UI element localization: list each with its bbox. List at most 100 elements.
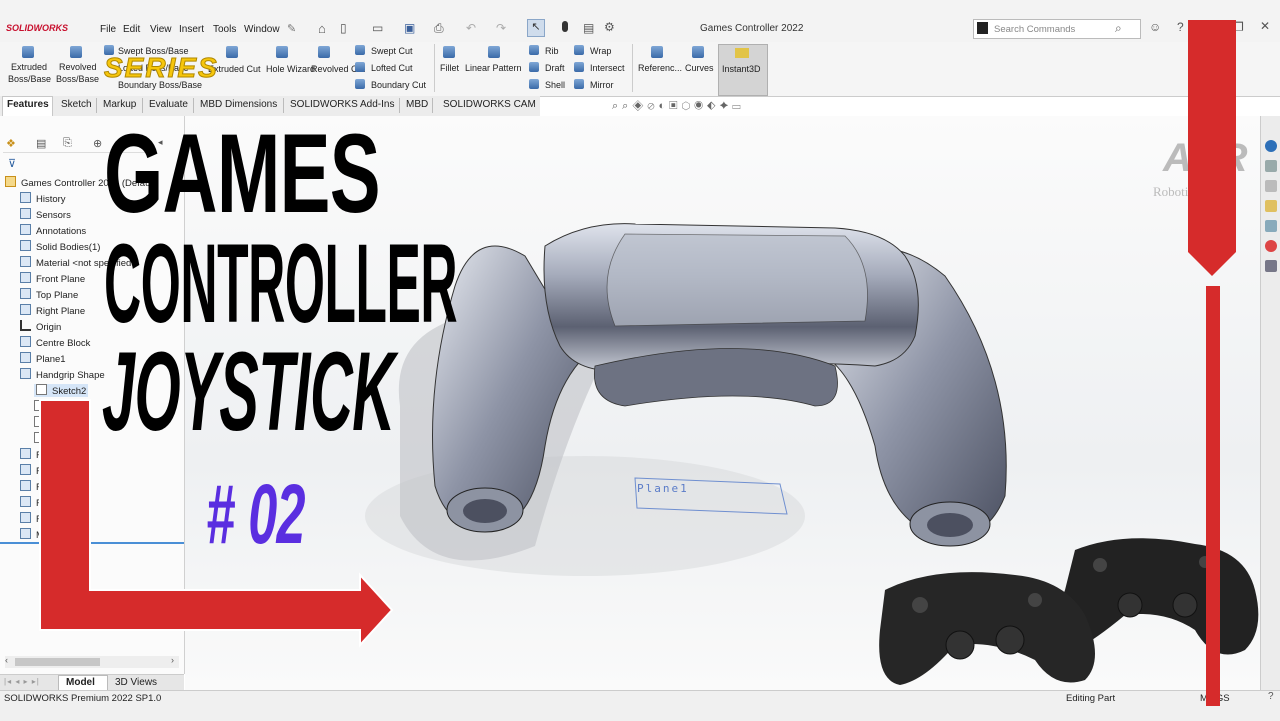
tree-item-right-plane[interactable]: Right Plane — [20, 304, 85, 317]
save-icon[interactable]: ▣ — [404, 21, 415, 35]
search-icon[interactable]: ⌕ — [1115, 21, 1122, 36]
tree-item-sketch1[interactable]: Sketch1 — [34, 432, 84, 445]
revolved-boss-label-2[interactable]: Boss/Base — [56, 74, 99, 84]
menu-edit[interactable]: Edit — [123, 24, 140, 35]
horizontal-scrollbar[interactable]: ‹ › — [5, 655, 179, 668]
home-icon[interactable] — [1265, 160, 1277, 172]
property-manager-tab-icon[interactable]: ▤ — [36, 137, 46, 150]
draft-button[interactable]: Draft — [545, 63, 565, 73]
tree-item-solid-bodies[interactable]: Solid Bodies(1) — [20, 240, 100, 253]
viewport-window-controls[interactable]: ▭▭⧉ — [1197, 102, 1238, 113]
menu-insert[interactable]: Insert — [179, 24, 204, 35]
tree-item-sketch4[interactable]: Sketch4 — [34, 416, 84, 429]
file-explorer-icon[interactable] — [1265, 200, 1277, 212]
tab-evaluate[interactable]: Evaluate — [149, 99, 188, 110]
pin-icon[interactable]: ✎ — [287, 22, 296, 35]
tree-item-sketch2[interactable]: Sketch2 — [34, 384, 89, 397]
tab-sketch[interactable]: Sketch — [61, 99, 92, 110]
gear-icon[interactable]: ⚙ — [604, 20, 615, 34]
tree-item-sketch3[interactable]: Sketch3 — [34, 400, 84, 413]
open-folder-icon[interactable]: ▭ — [372, 21, 383, 35]
boundary-cut-button[interactable]: Boundary Cut — [371, 80, 426, 90]
print-icon[interactable]: ⎙ — [434, 21, 444, 36]
tree-item-annotations[interactable]: Annotations — [20, 224, 86, 237]
minimize-icon[interactable]: – — [1208, 20, 1215, 34]
tree-item-history[interactable]: History — [20, 192, 66, 205]
scroll-right-icon[interactable]: › — [171, 655, 174, 665]
feature-manager-tab-icon[interactable]: ❖ — [6, 137, 16, 150]
tab-3d-views[interactable]: 3D Views — [115, 677, 157, 688]
tree-item-sensors[interactable]: Sensors — [20, 208, 71, 221]
rollback-bar[interactable] — [0, 542, 184, 544]
sketch-icon — [34, 400, 45, 411]
hole-wizard-button[interactable]: Hole Wizard — [266, 64, 315, 74]
redo-icon[interactable]: ↷ — [496, 21, 506, 35]
menu-tools[interactable]: Tools — [213, 24, 236, 35]
tab-mbd-dimensions[interactable]: MBD Dimensions — [200, 99, 277, 110]
menu-view[interactable]: View — [150, 24, 172, 35]
tab-navigation-arrows[interactable]: |◂ ◂ ▸ ▸| — [4, 677, 40, 686]
search-commands-box[interactable]: Search Commands ⌕ — [973, 19, 1141, 39]
tab-solidworks-cam[interactable]: SOLIDWORKS CAM — [443, 99, 536, 110]
resources-icon[interactable] — [1265, 140, 1277, 152]
scrollbar-thumb[interactable] — [15, 658, 100, 666]
tree-item-feature[interactable]: F — [20, 448, 42, 461]
tab-features[interactable]: Features — [7, 99, 49, 110]
reference-geometry-button[interactable]: Referenc... — [638, 63, 682, 73]
home-icon[interactable]: ⌂ — [318, 21, 326, 36]
configuration-manager-tab-icon[interactable]: ⎘ — [63, 137, 72, 150]
tree-item-handgrip-shape[interactable]: Handgrip Shape — [20, 368, 105, 381]
swept-cut-button[interactable]: Swept Cut — [371, 46, 413, 56]
traffic-light-icon[interactable] — [562, 21, 568, 32]
help-icon[interactable]: ? — [1177, 20, 1184, 34]
extruded-boss-label-1[interactable]: Extruded — [11, 62, 47, 72]
tree-item-feature[interactable]: F — [20, 496, 42, 509]
tree-item-top-plane[interactable]: Top Plane — [20, 288, 78, 301]
tab-model[interactable]: Model — [66, 677, 95, 688]
wrap-button[interactable]: Wrap — [590, 46, 611, 56]
tree-item-feature[interactable]: F — [20, 480, 42, 493]
design-library-icon[interactable] — [1265, 180, 1277, 192]
close-icon[interactable]: ✕ — [1260, 19, 1270, 33]
extruded-boss-label-2[interactable]: Boss/Base — [8, 74, 51, 84]
tree-item-feature[interactable]: F — [20, 464, 42, 477]
tree-item-front-plane[interactable]: Front Plane — [20, 272, 85, 285]
tree-item-feature[interactable]: M — [20, 528, 44, 541]
menu-file[interactable]: File — [100, 24, 116, 35]
shell-button[interactable]: Shell — [545, 80, 565, 90]
rib-button[interactable]: Rib — [545, 46, 559, 56]
tab-solidworks-addins[interactable]: SOLIDWORKS Add-Ins — [290, 99, 394, 110]
instant3d-toggle[interactable]: Instant3D — [718, 44, 768, 96]
dimxpert-tab-icon[interactable]: ⊕ — [93, 137, 102, 150]
tree-item-centre-block[interactable]: Centre Block — [20, 336, 90, 349]
filter-icon[interactable]: ⊽ — [8, 157, 16, 170]
undo-icon[interactable]: ↶ — [466, 21, 476, 35]
tree-item-feature[interactable]: F — [20, 512, 42, 525]
restore-icon[interactable]: ❐ — [1233, 20, 1244, 34]
new-document-icon[interactable]: ▯ — [340, 21, 347, 35]
units-selector[interactable]: MMGS — [1200, 693, 1230, 704]
tab-mbd[interactable]: MBD — [406, 99, 428, 110]
lofted-cut-button[interactable]: Lofted Cut — [371, 63, 413, 73]
custom-properties-icon[interactable] — [1265, 260, 1277, 272]
select-cursor-icon[interactable]: ↖ — [527, 19, 545, 37]
menu-window[interactable]: Window — [244, 24, 280, 35]
mirror-button[interactable]: Mirror — [590, 80, 614, 90]
tree-item-plane1[interactable]: Plane1 — [20, 352, 66, 365]
tree-item-origin[interactable]: Origin — [20, 320, 61, 333]
heads-up-view-toolbar[interactable]: ⌕⌕◈⊘◐▣⬡◉⬖✦▭ — [612, 100, 852, 114]
intersect-button[interactable]: Intersect — [590, 63, 625, 73]
user-account-icon[interactable]: ☺ — [1149, 20, 1161, 34]
view-palette-icon[interactable] — [1265, 220, 1277, 232]
help-icon[interactable]: ? — [1268, 691, 1274, 702]
appearances-icon[interactable] — [1265, 240, 1277, 252]
search-input[interactable]: Search Commands — [994, 24, 1075, 35]
tab-markup[interactable]: Markup — [103, 99, 136, 110]
revolved-boss-label-1[interactable]: Revolved — [59, 62, 97, 72]
curves-button[interactable]: Curves — [685, 63, 714, 73]
model-tabs-bar: |◂ ◂ ▸ ▸| Model 3D Views — [0, 674, 184, 692]
fillet-button[interactable]: Fillet — [440, 63, 459, 73]
linear-pattern-button[interactable]: Linear Pattern — [465, 63, 522, 73]
file-properties-icon[interactable]: ▤ — [583, 21, 594, 35]
scroll-left-icon[interactable]: ‹ — [5, 655, 8, 665]
